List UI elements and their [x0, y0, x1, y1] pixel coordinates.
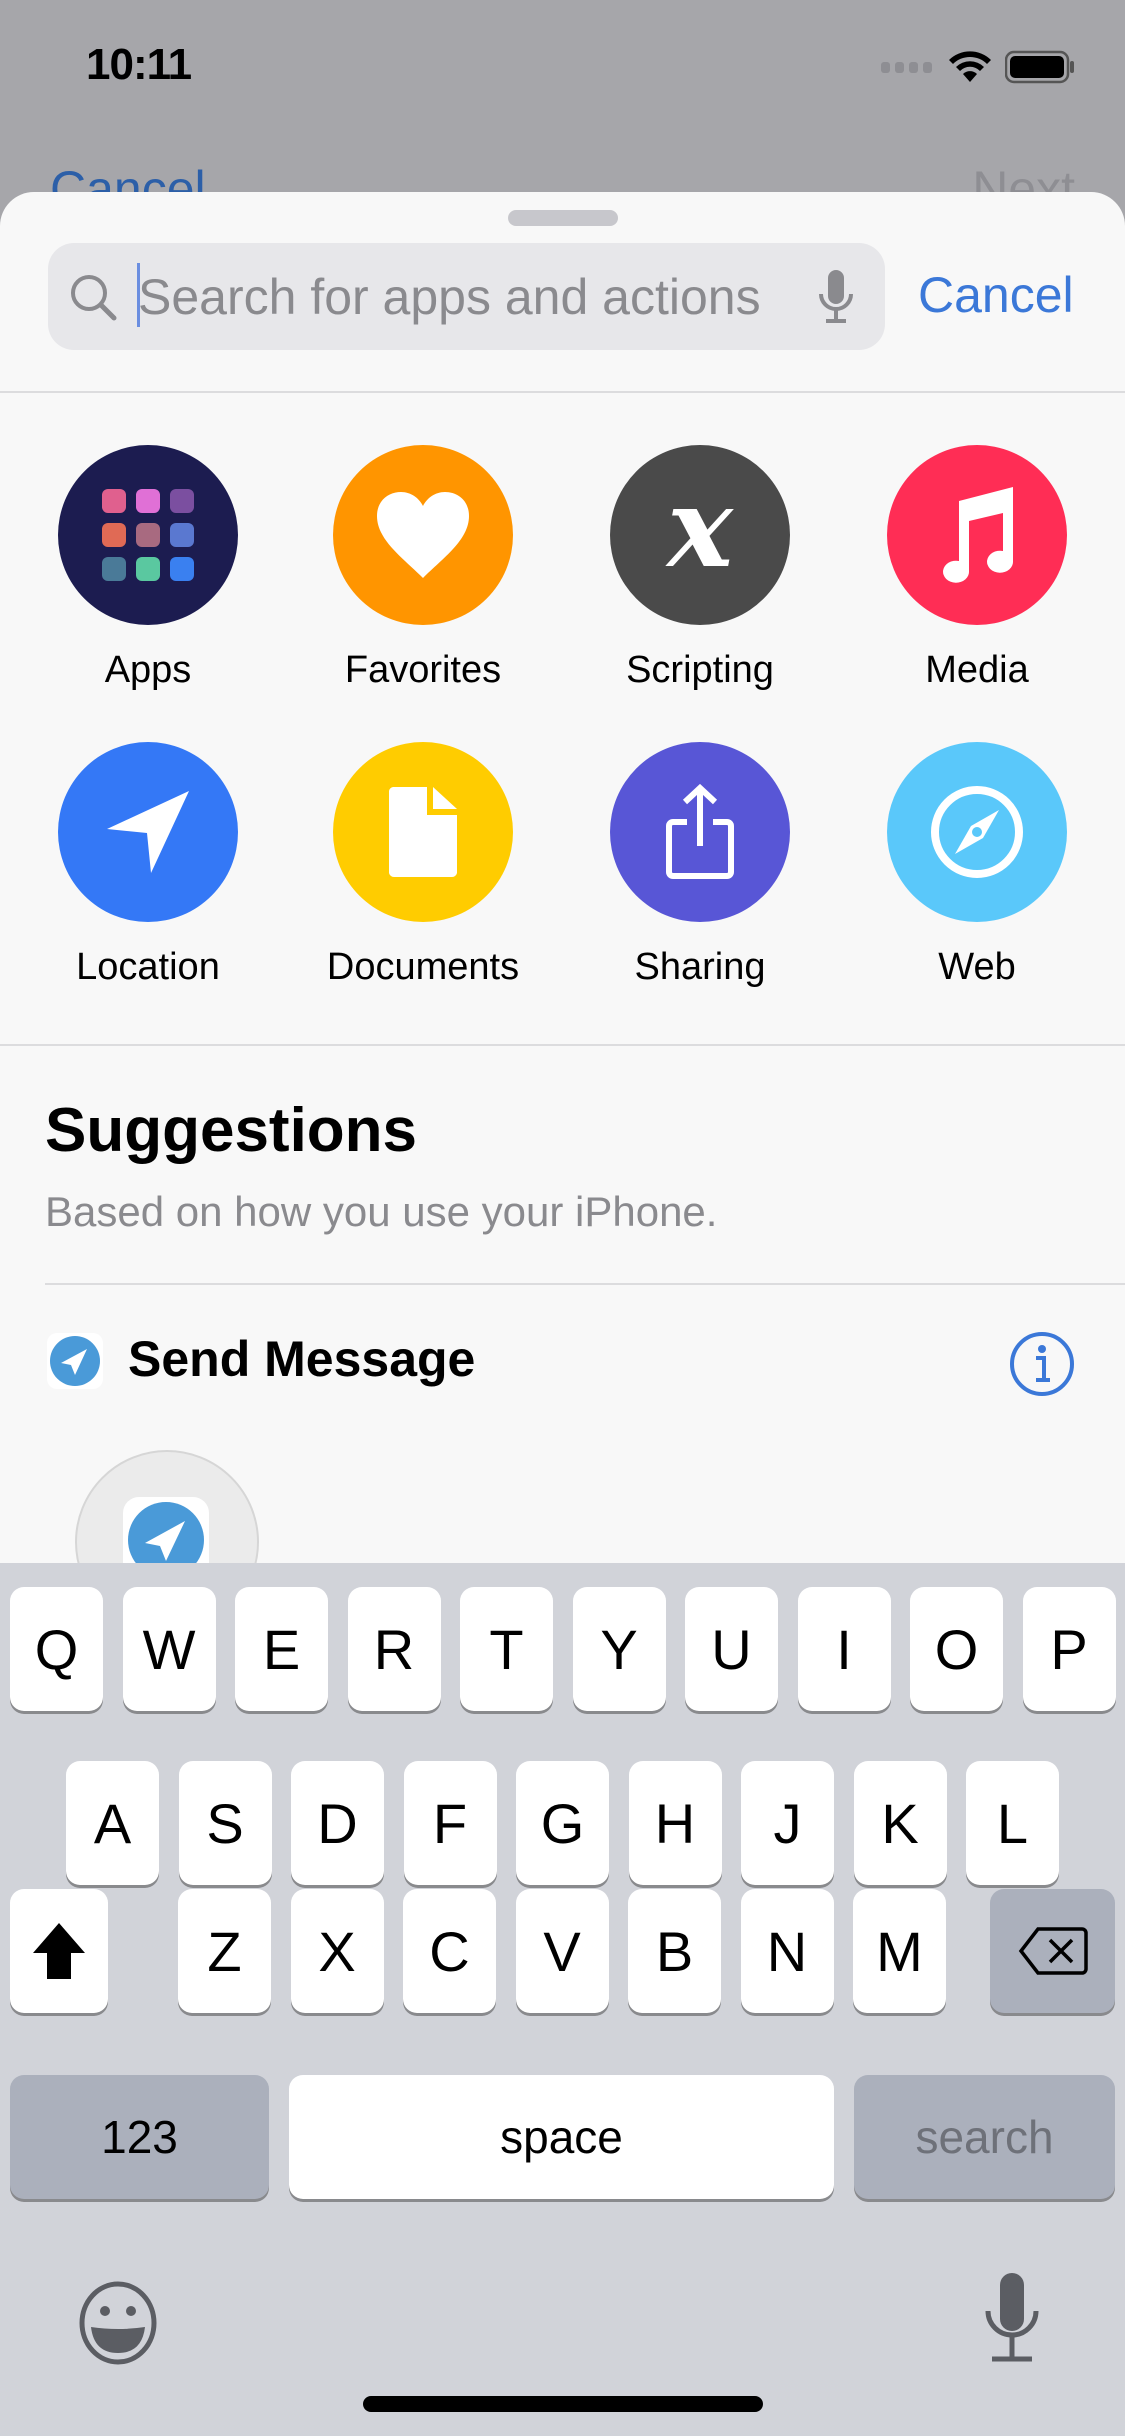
- status-icons: [881, 50, 1075, 89]
- key-j[interactable]: J: [741, 1761, 834, 1885]
- emoji-icon[interactable]: [78, 2281, 158, 2370]
- status-time: 10:11: [86, 40, 192, 89]
- category-label: Media: [925, 649, 1029, 691]
- category-sharing[interactable]: Sharing: [575, 742, 825, 989]
- search-key[interactable]: search: [854, 2075, 1115, 2199]
- cellular-signal-icon: [881, 60, 935, 79]
- key-n[interactable]: N: [740, 1889, 834, 2013]
- category-label: Favorites: [344, 649, 502, 691]
- category-label: Scripting: [626, 649, 774, 691]
- heart-icon: [333, 445, 513, 625]
- key-k[interactable]: K: [853, 1761, 947, 1885]
- suggestions-subtitle: Based on how you use your iPhone.: [45, 1188, 718, 1235]
- divider: [0, 1044, 1125, 1046]
- dictation-mic-icon[interactable]: [816, 268, 856, 331]
- shift-key[interactable]: [10, 1889, 108, 2013]
- category-apps[interactable]: Apps: [23, 445, 273, 692]
- key-o[interactable]: O: [910, 1587, 1003, 1711]
- key-x[interactable]: X: [290, 1889, 384, 2013]
- divider: [0, 391, 1125, 393]
- space-key[interactable]: space: [289, 2075, 834, 2199]
- key-b[interactable]: B: [628, 1889, 721, 2013]
- key-v[interactable]: V: [515, 1889, 609, 2013]
- dictation-mic-icon[interactable]: [984, 2271, 1040, 2370]
- category-documents[interactable]: Documents: [298, 742, 548, 989]
- key-c[interactable]: C: [403, 1889, 496, 2013]
- key-l[interactable]: L: [966, 1761, 1059, 1885]
- music-note-icon: [887, 445, 1067, 625]
- key-f[interactable]: F: [403, 1761, 497, 1885]
- telegram-icon: [47, 1333, 103, 1394]
- home-indicator: [363, 2396, 763, 2412]
- key-z[interactable]: Z: [178, 1889, 271, 2013]
- key-i[interactable]: I: [797, 1587, 891, 1711]
- divider: [45, 1283, 1125, 1285]
- key-w[interactable]: W: [122, 1587, 216, 1711]
- key-e[interactable]: E: [235, 1587, 328, 1711]
- category-label: Apps: [104, 649, 192, 691]
- category-location[interactable]: Location: [23, 742, 273, 989]
- category-web[interactable]: Web: [852, 742, 1102, 989]
- location-arrow-icon: [58, 742, 238, 922]
- key-y[interactable]: Y: [572, 1587, 666, 1711]
- cancel-button[interactable]: Cancel: [918, 266, 1074, 324]
- search-icon: [68, 272, 120, 329]
- category-label: Documents: [326, 946, 520, 988]
- apps-grid-icon: [58, 445, 238, 625]
- wifi-icon: [949, 50, 991, 89]
- category-favorites[interactable]: Favorites: [298, 445, 548, 692]
- search-input[interactable]: Search for apps and actions: [138, 268, 761, 326]
- delete-key[interactable]: [990, 1889, 1115, 2013]
- shift-arrow-icon: [33, 1923, 85, 1979]
- key-a[interactable]: A: [66, 1761, 159, 1885]
- key-m[interactable]: M: [853, 1889, 946, 2013]
- suggestion-label: Send Message: [128, 1331, 476, 1387]
- sheet-grabber[interactable]: [508, 210, 618, 226]
- key-s[interactable]: S: [178, 1761, 272, 1885]
- document-icon: [333, 742, 513, 922]
- category-label: Sharing: [634, 946, 766, 988]
- key-r[interactable]: R: [347, 1587, 441, 1711]
- battery-icon: [1004, 50, 1075, 89]
- suggestions-title: Suggestions: [45, 1096, 418, 1165]
- numbers-key[interactable]: 123: [10, 2075, 269, 2199]
- key-h[interactable]: H: [628, 1761, 722, 1885]
- info-icon[interactable]: [1008, 1330, 1076, 1403]
- compass-icon: [887, 742, 1067, 922]
- category-label: Web: [938, 946, 1016, 988]
- key-u[interactable]: U: [685, 1587, 778, 1711]
- share-icon: [610, 742, 790, 922]
- keyboard: 123 space search QWERTYUIOP ASDFGHJKL ZXCV…: [0, 1563, 1125, 2436]
- key-p[interactable]: P: [1022, 1587, 1116, 1711]
- variable-x-icon: x: [610, 445, 790, 625]
- category-media[interactable]: Media: [852, 445, 1102, 692]
- category-scripting[interactable]: x Scripting: [575, 445, 825, 692]
- category-label: Location: [76, 946, 220, 988]
- key-t[interactable]: T: [460, 1587, 553, 1711]
- key-g[interactable]: G: [516, 1761, 609, 1885]
- key-q[interactable]: Q: [10, 1587, 103, 1711]
- backspace-icon: [1018, 1927, 1088, 1975]
- key-d[interactable]: D: [291, 1761, 384, 1885]
